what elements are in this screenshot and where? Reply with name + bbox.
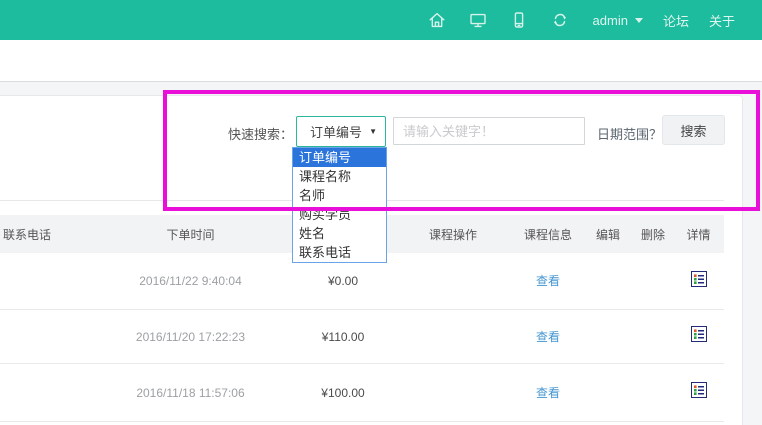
keyword-input[interactable] [393,117,585,145]
chevron-down-icon [635,18,643,23]
detail-list-icon[interactable] [691,271,707,287]
view-course-info-link[interactable]: 查看 [536,386,560,400]
cell-amount: ¥100.00 [293,386,393,400]
col-header-order-time: 下单时间 [88,226,293,243]
col-header-edit: 编辑 [583,226,633,243]
detail-list-icon[interactable] [691,326,707,342]
search-button[interactable]: 搜索 [662,115,725,145]
user-menu-label: admin [593,13,628,28]
select-caret-icon: ▼ [369,127,377,136]
dropdown-option-teacher[interactable]: 名师 [293,186,386,205]
top-navbar: admin 论坛 关于 [0,0,762,40]
home-icon[interactable] [427,10,447,30]
refresh-icon[interactable] [550,10,570,30]
search-field-select[interactable]: 订单编号 ▼ [296,116,386,147]
dropdown-option-buyer[interactable]: 购买学员 [293,205,386,224]
search-field-select-value: 订单编号 [310,122,362,141]
dropdown-option-order-number[interactable]: 订单编号 [293,148,386,167]
monitor-icon[interactable] [468,10,488,30]
table-row: 2016/11/20 17:22:23 ¥110.00 查看 [0,310,724,364]
search-field-dropdown: 订单编号 课程名称 名师 购买学员 姓名 联系电话 [292,147,387,263]
date-range-label: 日期范围？ [597,124,662,143]
col-header-course-operation: 课程操作 [393,226,513,243]
admin-order-page: admin 论坛 关于 快速搜索： 订单编号 ▼ 日期范围？ 搜索 联系电话 下… [0,0,762,425]
mobile-icon[interactable] [509,10,529,30]
cell-order-time: 2016/11/20 17:22:23 [88,330,293,344]
col-header-delete: 删除 [633,226,673,243]
detail-list-icon[interactable] [691,382,707,398]
col-header-detail: 详情 [673,226,724,243]
view-course-info-link[interactable]: 查看 [536,274,560,288]
col-header-phone: 联系电话 [0,226,88,243]
table-row: 2016/11/18 11:57:06 ¥100.00 查看 [0,364,724,422]
quick-search-label: 快速搜索： [163,124,293,143]
nav-link-about[interactable]: 关于 [709,11,735,30]
cell-amount: ¥110.00 [293,330,393,344]
col-header-course-info: 课程信息 [513,226,583,243]
dropdown-option-course-name[interactable]: 课程名称 [293,167,386,186]
dropdown-option-name[interactable]: 姓名 [293,224,386,243]
cell-order-time: 2016/11/22 9:40:04 [88,274,293,288]
table-body: 2016/11/22 9:40:04 ¥0.00 查看 2016/11 [0,253,724,422]
nav-link-forum[interactable]: 论坛 [663,11,689,30]
cell-order-time: 2016/11/18 11:57:06 [88,386,293,400]
view-course-info-link[interactable]: 查看 [536,330,560,344]
dropdown-option-phone[interactable]: 联系电话 [293,243,386,262]
user-menu[interactable]: admin [593,13,643,28]
cell-amount: ¥0.00 [293,274,393,288]
